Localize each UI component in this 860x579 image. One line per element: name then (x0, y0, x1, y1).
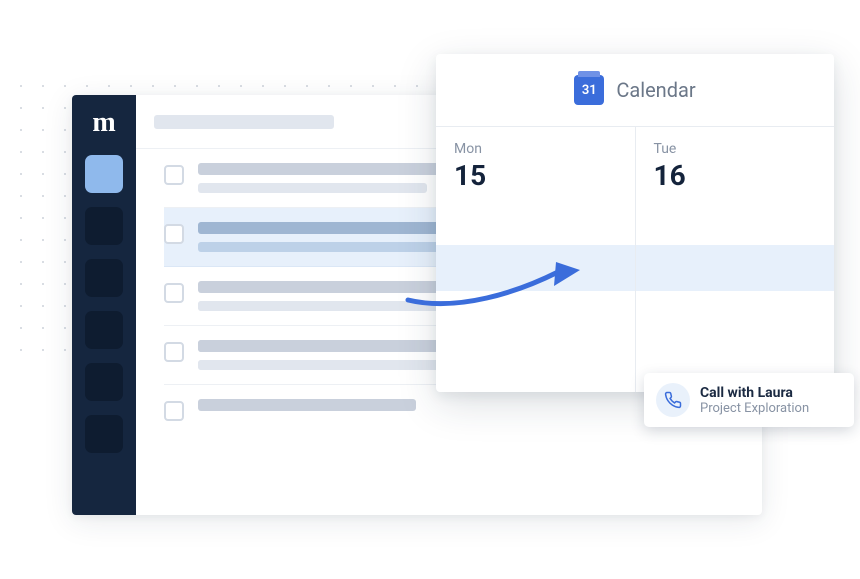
sidebar-nav-item-2[interactable] (85, 207, 123, 245)
calendar-title: Calendar (616, 78, 695, 102)
day-number: 16 (654, 159, 817, 192)
sidebar-nav-item-3[interactable] (85, 259, 123, 297)
sidebar-nav-item-6[interactable] (85, 415, 123, 453)
event-text: Call with Laura Project Exploration (700, 385, 809, 416)
task-checkbox[interactable] (164, 283, 184, 303)
task-title-placeholder (198, 281, 471, 293)
task-checkbox[interactable] (164, 342, 184, 362)
calendar-event-card[interactable]: Call with Laura Project Exploration (644, 373, 854, 427)
sidebar-nav-item-5[interactable] (85, 363, 123, 401)
event-subtitle: Project Exploration (700, 401, 809, 416)
calendar-day-mon[interactable]: Mon 15 Call with Laura Project Explorati… (436, 127, 636, 392)
app-logo: m (92, 109, 115, 137)
task-sub-placeholder (198, 242, 444, 252)
event-title: Call with Laura (700, 385, 809, 401)
day-of-week: Mon (454, 141, 617, 157)
sidebar-nav-item-4[interactable] (85, 311, 123, 349)
sidebar: m (72, 95, 136, 515)
calendar-day-tue[interactable]: Tue 16 (636, 127, 835, 392)
day-of-week: Tue (654, 141, 817, 157)
calendar-card: 31 Calendar Mon 15 Call with Laura Proje… (436, 54, 834, 392)
calendar-header: 31 Calendar (436, 54, 834, 126)
task-checkbox[interactable] (164, 165, 184, 185)
calendar-drop-zone[interactable] (436, 245, 635, 291)
calendar-icon-day: 31 (582, 83, 597, 98)
header-title-placeholder (154, 115, 334, 129)
calendar-grid: Mon 15 Call with Laura Project Explorati… (436, 126, 834, 392)
sidebar-nav-item-1[interactable] (85, 155, 123, 193)
task-sub-placeholder (198, 183, 427, 193)
task-checkbox[interactable] (164, 401, 184, 421)
task-title-placeholder (198, 399, 416, 411)
calendar-icon: 31 (574, 75, 604, 105)
calendar-drop-zone[interactable] (636, 245, 835, 291)
phone-icon (656, 383, 690, 417)
day-number: 15 (454, 159, 617, 192)
task-checkbox[interactable] (164, 224, 184, 244)
